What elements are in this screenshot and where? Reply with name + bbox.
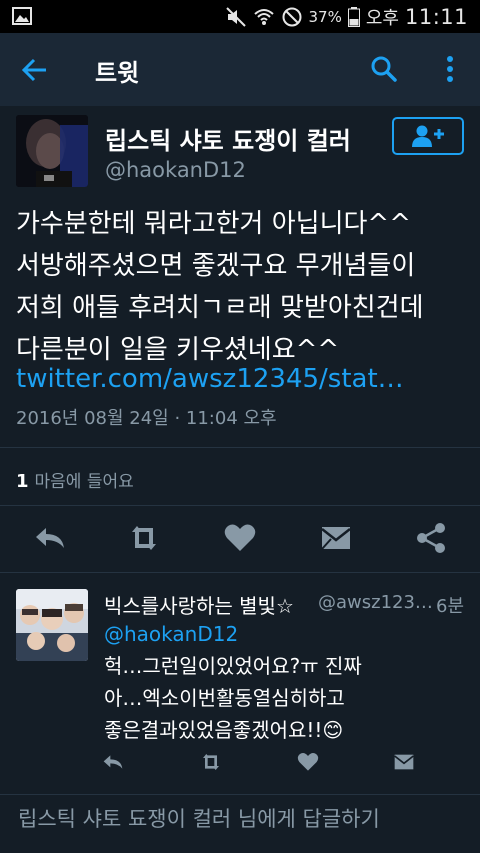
page-title: 트윗 [95, 59, 140, 87]
avatar[interactable] [16, 115, 88, 187]
heart-icon[interactable] [296, 750, 320, 774]
divider [0, 447, 480, 448]
retweet-icon[interactable] [199, 750, 223, 774]
add-user-icon [412, 125, 444, 147]
battery-percent: 37% [308, 7, 342, 26]
tweet-actions [0, 520, 480, 560]
envelope-icon[interactable] [318, 520, 354, 556]
reply-avatar[interactable] [16, 589, 88, 661]
image-icon [12, 7, 32, 25]
divider [0, 505, 480, 506]
reply-actions [0, 750, 480, 776]
reply-time: 6분 [436, 596, 465, 617]
reply-author-name[interactable]: 빅스를사랑하는 별빛☆ [104, 590, 294, 619]
divider [0, 572, 480, 573]
retweet-icon[interactable] [126, 520, 162, 556]
reply-icon[interactable] [101, 750, 125, 774]
do-not-disturb-icon [282, 7, 301, 26]
wifi-icon [253, 8, 274, 25]
search-icon[interactable] [369, 54, 399, 84]
tweet-link[interactable]: twitter.com/awsz12345/stat… [16, 359, 404, 399]
reply-composer[interactable]: 립스틱 샤토 됴쟁이 컬러 님에게 답글하기 [0, 795, 480, 853]
reply-text: 헉…그런일이있었어요?ㅠ 진짜 아…엑소이번활동열심히하고 좋은결과있었음좋겠어… [104, 654, 362, 742]
likes-summary[interactable]: 1 마음에 들어요 [16, 467, 134, 492]
tweet-date: 2016년 08월 24일 · 11:04 오후 [16, 408, 277, 429]
heart-icon[interactable] [222, 520, 258, 556]
share-icon[interactable] [413, 520, 449, 556]
arrow-left-icon[interactable] [20, 55, 50, 85]
author-handle[interactable]: @haokanD12 [105, 158, 246, 182]
reply-author-handle[interactable]: @awsz123… [318, 592, 433, 613]
battery-icon [347, 6, 360, 27]
status-bar: 37% 오후 11:11 [0, 0, 480, 33]
follow-button[interactable] [392, 117, 464, 155]
clock: 11:11 [404, 4, 468, 29]
ampm: 오후 [365, 7, 399, 29]
envelope-icon[interactable] [392, 750, 416, 774]
reply-mention[interactable]: @haokanD12 [104, 622, 238, 646]
reply-icon[interactable] [32, 520, 68, 556]
mute-icon [225, 6, 246, 27]
more-vertical-icon[interactable] [440, 53, 460, 85]
app-bar: 트윗 [0, 33, 480, 106]
reply-input[interactable]: 립스틱 샤토 됴쟁이 컬러 님에게 답글하기 [18, 803, 380, 833]
likes-count: 1 [16, 471, 29, 492]
likes-label: 마음에 들어요 [34, 472, 134, 492]
author-name[interactable]: 립스틱 샤토 됴쟁이 컬러 [105, 121, 351, 156]
tweet-text: 가수분한테 뭐라고한거 아닙니다^^ 서방해주셨으면 좋겠구요 무개념들이 저희… [16, 209, 424, 365]
